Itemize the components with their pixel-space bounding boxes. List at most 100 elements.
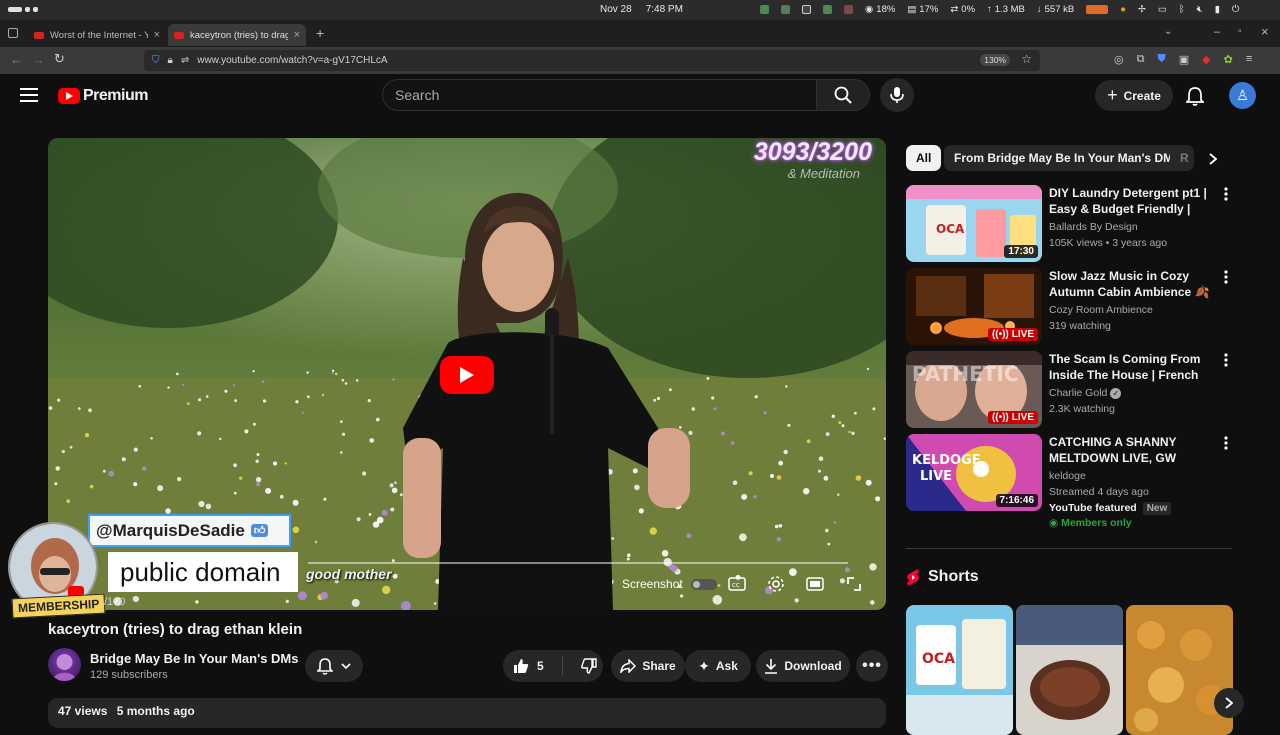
mute-icon[interactable]: 🔇︎: [1197, 4, 1203, 15]
tray-app-icon[interactable]: [1086, 5, 1109, 14]
recommendation-item[interactable]: KELDOGE LIVE 7:16:46 CATCHING A SHANNY ME…: [906, 434, 1236, 534]
chip-all[interactable]: All: [906, 145, 942, 171]
like-button[interactable]: 5: [513, 656, 563, 676]
video-thumbnail[interactable]: PATHETIC ((•)) LIVE: [906, 351, 1042, 428]
battery-icon[interactable]: ▮: [1215, 4, 1220, 15]
membership-badge: MEMBERSHIP: [11, 593, 106, 619]
tray-app-icon[interactable]: [802, 5, 811, 14]
back-icon[interactable]: ←: [10, 52, 23, 67]
toggle-switch[interactable]: [690, 578, 717, 590]
download-button[interactable]: Download: [756, 650, 850, 682]
extension-icon[interactable]: ▣: [1179, 53, 1189, 66]
recommendation-title[interactable]: CATCHING A SHANNY MELTDOWN LIVE, GW DRAM…: [1049, 434, 1211, 466]
recommendation-item[interactable]: ((•)) LIVE Slow Jazz Music in Cozy Autumn…: [906, 268, 1236, 346]
ask-button[interactable]: ✦ Ask: [685, 650, 751, 682]
minimize-icon[interactable]: –: [1214, 26, 1220, 38]
network-icon[interactable]: ✢: [1138, 4, 1146, 15]
more-vertical-icon[interactable]: [1224, 353, 1228, 367]
recommendation-channel[interactable]: Ballards By Design: [1049, 221, 1138, 233]
close-window-icon[interactable]: ×: [1261, 24, 1269, 39]
closed-captions-icon: cc: [728, 577, 746, 591]
close-tab-icon[interactable]: ×: [154, 29, 160, 41]
search-button[interactable]: [816, 79, 870, 111]
account-icon[interactable]: ◎: [1114, 53, 1124, 66]
more-vertical-icon[interactable]: [1224, 270, 1228, 284]
thumbs-up-icon: [514, 659, 529, 673]
fullscreen-button[interactable]: [846, 573, 862, 595]
chip-related[interactable]: R: [1170, 145, 1194, 171]
channel-name[interactable]: Bridge May Be In Your Man's DMs: [90, 651, 298, 666]
youtube-premium-logo[interactable]: Premium: [58, 87, 148, 105]
display-icon[interactable]: ▭: [1158, 4, 1167, 15]
account-avatar[interactable]: ♙: [1229, 82, 1256, 109]
recommendation-item[interactable]: PATHETIC ((•)) LIVE The Scam Is Coming Fr…: [906, 351, 1236, 429]
voice-search-button[interactable]: [880, 78, 914, 112]
browser-tab-active[interactable]: kaceytron (tries) to drag e ×: [168, 24, 306, 46]
workspace-indicator[interactable]: [8, 7, 38, 12]
video-thumbnail[interactable]: OCA 17:30: [906, 185, 1042, 262]
chips-next-button[interactable]: [1202, 148, 1224, 170]
recommendation-title[interactable]: Slow Jazz Music in Cozy Autumn Cabin Amb…: [1049, 268, 1211, 300]
create-button[interactable]: + Create: [1095, 80, 1173, 111]
close-tab-icon[interactable]: ×: [294, 29, 300, 41]
shorts-next-button[interactable]: [1214, 688, 1244, 718]
chevron-down-icon: [341, 663, 351, 669]
notifications-bell-icon[interactable]: [1186, 86, 1204, 106]
shield-icon[interactable]: ⛉: [152, 55, 160, 66]
short-thumbnail[interactable]: OCA: [906, 605, 1013, 735]
search-input[interactable]: Search: [382, 79, 816, 111]
bluetooth-icon[interactable]: ᛒ: [1179, 4, 1185, 15]
video-thumbnail[interactable]: KELDOGE LIVE 7:16:46: [906, 434, 1042, 511]
more-vertical-icon[interactable]: [1224, 187, 1228, 201]
subtitles-button[interactable]: cc: [728, 573, 746, 595]
dislike-button[interactable]: [581, 658, 597, 674]
bookmark-star-icon[interactable]: ☆: [1021, 52, 1032, 66]
tray-app-icon[interactable]: [781, 5, 790, 14]
permissions-icon[interactable]: ⇌: [181, 55, 189, 66]
channel-avatar[interactable]: [48, 648, 81, 681]
forward-icon[interactable]: →: [32, 52, 45, 67]
recommendation-item[interactable]: OCA 17:30 DIY Laundry Detergent pt1 | Ea…: [906, 185, 1236, 263]
extension-shield-icon[interactable]: ⛊: [1157, 53, 1165, 66]
short-thumbnail[interactable]: [1126, 605, 1233, 735]
power-icon[interactable]: ⏻: [1232, 4, 1240, 15]
os-clock[interactable]: Nov 28 7:48 PM: [600, 4, 683, 15]
tray-app-icon[interactable]: [823, 5, 832, 14]
browser-tab[interactable]: Worst of the Internet - Yo ×: [28, 24, 166, 46]
video-thumbnail[interactable]: ((•)) LIVE: [906, 268, 1042, 345]
short-thumbnail[interactable]: [1016, 605, 1123, 735]
big-play-button[interactable]: [440, 356, 494, 394]
youtube-logo-icon: [58, 88, 80, 104]
zoom-level[interactable]: 130%: [980, 54, 1010, 66]
description-box[interactable]: 47 views 5 months ago: [48, 698, 886, 728]
maximize-icon[interactable]: ▫: [1238, 26, 1242, 37]
recommendation-channel[interactable]: Cozy Room Ambience: [1049, 304, 1153, 316]
address-bar[interactable]: ⛉ 🔒︎ ⇌ www.youtube.com/watch?v=a-gV17CHL…: [144, 50, 1040, 71]
recommendation-title[interactable]: The Scam Is Coming From Inside The House…: [1049, 351, 1211, 383]
hamburger-menu-icon[interactable]: [20, 88, 38, 102]
reload-icon[interactable]: ↻: [54, 51, 65, 67]
recommendation-channel[interactable]: Charlie Gold ✓: [1049, 387, 1122, 399]
extensions-icon[interactable]: ⧉: [1137, 53, 1145, 66]
theater-mode-button[interactable]: [806, 573, 824, 595]
extension-icon[interactable]: ✿: [1224, 53, 1233, 66]
tab-overview-icon[interactable]: [8, 28, 18, 38]
extension-icon[interactable]: ◆: [1202, 53, 1210, 66]
tray-app-icon[interactable]: [760, 5, 769, 14]
lock-icon[interactable]: 🔒︎: [168, 55, 173, 66]
more-actions-button[interactable]: •••: [856, 650, 888, 682]
recommendation-title[interactable]: DIY Laundry Detergent pt1 | Easy & Budge…: [1049, 185, 1211, 217]
new-tab-icon[interactable]: +: [316, 25, 324, 41]
tab-list-chevron-icon[interactable]: ⌄: [1164, 26, 1172, 37]
tray-app-icon[interactable]: [844, 5, 853, 14]
recommendation-channel[interactable]: keldoge: [1049, 470, 1086, 482]
settings-button[interactable]: [767, 573, 785, 595]
screenshot-toggle[interactable]: Screenshot: [622, 573, 717, 595]
fire-icon[interactable]: ●: [1120, 4, 1126, 15]
more-vertical-icon[interactable]: [1224, 436, 1228, 450]
video-progress-bar[interactable]: [308, 562, 848, 564]
chip-from-channel[interactable]: From Bridge May Be In Your Man's DMs: [944, 145, 1190, 171]
share-button[interactable]: Share: [611, 650, 685, 682]
browser-menu-icon[interactable]: ≡: [1246, 53, 1252, 66]
subscription-bell-button[interactable]: [305, 650, 363, 682]
